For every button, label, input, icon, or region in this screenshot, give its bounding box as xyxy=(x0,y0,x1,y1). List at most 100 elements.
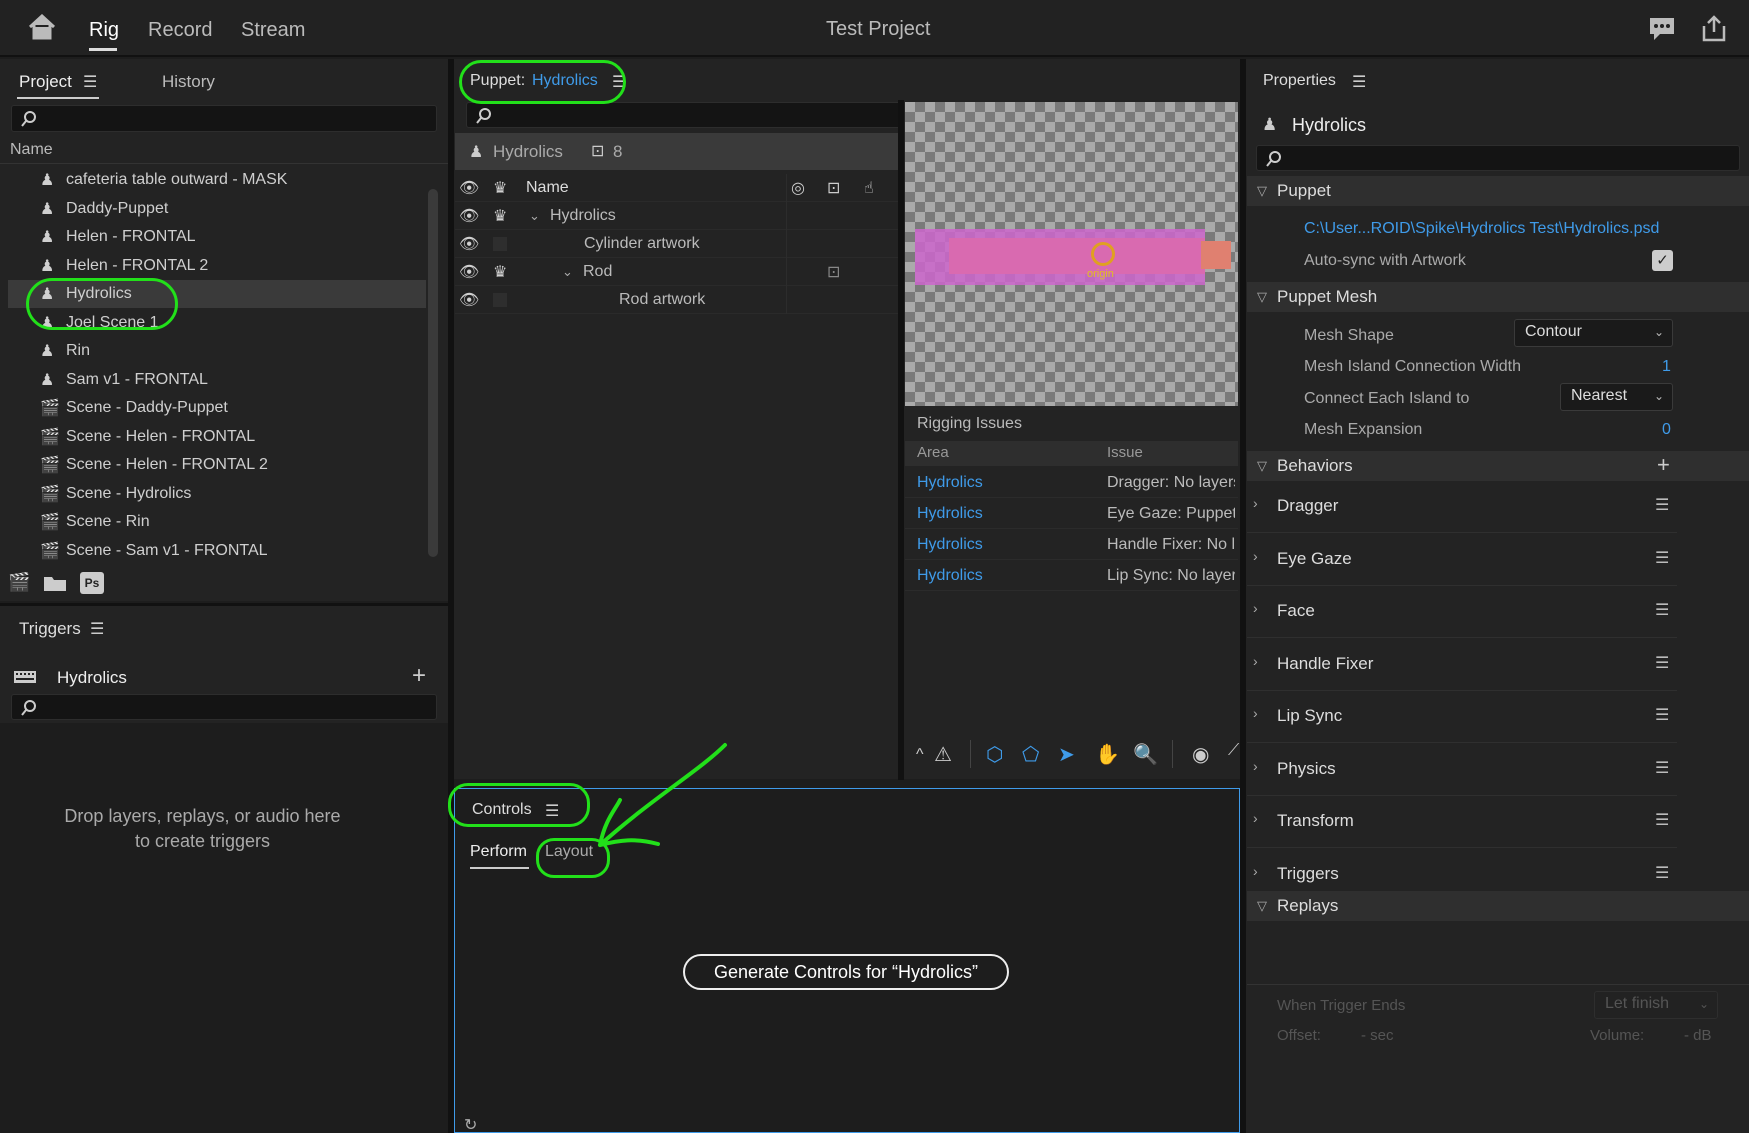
volume-value[interactable]: - dB xyxy=(1684,1027,1712,1044)
project-menu-icon[interactable]: ☰ xyxy=(83,72,97,92)
chevron-right-icon[interactable]: › xyxy=(1253,863,1258,879)
visibility-icon[interactable]: 👁 xyxy=(459,290,479,310)
behavior-menu-icon[interactable]: ☰ xyxy=(1655,863,1669,883)
behavior-row[interactable]: › Dragger ☰ xyxy=(1247,481,1677,533)
tab-rig[interactable]: Rig xyxy=(89,19,119,42)
issue-row[interactable]: Hydrolics Handle Fixer: No l xyxy=(905,529,1238,560)
crown-toggle[interactable] xyxy=(493,237,507,251)
project-item[interactable]: 🎬 Scene - Hydrolics xyxy=(8,480,426,508)
chevron-down-icon[interactable]: ▽ xyxy=(1247,898,1277,914)
comment-icon[interactable] xyxy=(1648,16,1676,42)
properties-menu-icon[interactable]: ☰ xyxy=(1352,72,1366,92)
tab-history[interactable]: History xyxy=(162,72,215,92)
triggers-drop-area[interactable]: Drop layers, replays, or audio here to c… xyxy=(0,725,448,1133)
behavior-row[interactable]: › Handle Fixer ☰ xyxy=(1247,639,1677,691)
pin-tool-icon[interactable]: ⟋ xyxy=(1228,742,1239,760)
chevron-right-icon[interactable]: › xyxy=(1253,548,1258,564)
project-item[interactable]: 🎬 Scene - Helen - FRONTAL 2 xyxy=(8,451,426,479)
add-behavior-icon[interactable]: + xyxy=(1657,452,1670,478)
chevron-down-icon[interactable]: ▽ xyxy=(1247,183,1277,199)
layer-row[interactable]: 👁 Cylinder artwork xyxy=(455,230,898,258)
refresh-icon[interactable]: ↻ xyxy=(464,1115,477,1133)
photoshop-import-button[interactable]: Ps xyxy=(80,572,104,594)
issue-row[interactable]: Hydrolics Lip Sync: No layer xyxy=(905,560,1238,591)
project-scrollbar[interactable] xyxy=(428,189,438,557)
project-search-input[interactable] xyxy=(11,105,437,132)
chevron-up-icon[interactable]: ^ xyxy=(916,746,924,764)
issue-area[interactable]: Hydrolics xyxy=(917,567,983,585)
behavior-menu-icon[interactable]: ☰ xyxy=(1655,548,1669,568)
autosync-checkbox[interactable]: ✓ xyxy=(1652,250,1673,271)
behavior-row[interactable]: › Face ☰ xyxy=(1247,586,1677,638)
offset-value[interactable]: - sec xyxy=(1361,1027,1394,1044)
chevron-right-icon[interactable]: › xyxy=(1253,600,1258,616)
crown-icon[interactable]: ♛ xyxy=(493,206,507,226)
visibility-icon[interactable]: 👁 xyxy=(459,262,479,282)
project-item[interactable]: ♟ Helen - FRONTAL 2 xyxy=(8,252,426,280)
behavior-menu-icon[interactable]: ☰ xyxy=(1655,653,1669,673)
project-item[interactable]: ♟ Sam v1 - FRONTAL xyxy=(8,366,426,394)
chevron-right-icon[interactable]: › xyxy=(1253,758,1258,774)
project-item[interactable]: 🎬 Scene - Sam v1 - FRONTAL xyxy=(8,537,426,565)
chevron-down-icon[interactable]: ▽ xyxy=(1247,289,1277,305)
rod-end[interactable] xyxy=(1201,241,1231,269)
rod-artwork[interactable] xyxy=(949,238,1205,274)
connect-island-select[interactable]: Nearest ⌄ xyxy=(1560,383,1673,411)
layer-row[interactable]: 👁 ♛ ⌄ Rod ⊡ xyxy=(455,258,898,286)
project-item[interactable]: 🎬 Scene - Rin xyxy=(8,508,426,536)
chevron-right-icon[interactable]: › xyxy=(1253,705,1258,721)
issue-row[interactable]: Hydrolics Dragger: No layers xyxy=(905,467,1238,498)
project-item[interactable]: 🎬 Scene - Helen - FRONTAL xyxy=(8,423,426,451)
origin-handle[interactable] xyxy=(1091,242,1115,266)
project-item[interactable]: ♟ Rin xyxy=(8,337,426,365)
issue-area[interactable]: Hydrolics xyxy=(917,474,983,492)
when-trigger-ends-select[interactable]: Let finish ⌄ xyxy=(1594,991,1718,1019)
folder-icon[interactable] xyxy=(43,574,67,592)
generate-controls-button[interactable]: Generate Controls for “Hydrolics” xyxy=(683,954,1009,990)
crown-toggle[interactable] xyxy=(493,293,507,307)
project-item[interactable]: 🎬 Scene - Daddy-Puppet xyxy=(8,394,426,422)
share-icon[interactable] xyxy=(1700,14,1728,44)
section-behaviors[interactable]: ▽ Behaviors + xyxy=(1247,451,1749,481)
behavior-menu-icon[interactable]: ☰ xyxy=(1655,705,1669,725)
chevron-right-icon[interactable]: › xyxy=(1253,810,1258,826)
zoom-tool-icon[interactable]: 🔍 xyxy=(1133,742,1158,767)
tab-stream[interactable]: Stream xyxy=(241,19,305,42)
layer-row[interactable]: 👁 Rod artwork xyxy=(455,286,898,314)
behavior-row[interactable]: › Lip Sync ☰ xyxy=(1247,691,1677,743)
issue-row[interactable]: Hydrolics Eye Gaze: Puppet xyxy=(905,498,1238,529)
behavior-menu-icon[interactable]: ☰ xyxy=(1655,810,1669,830)
behavior-menu-icon[interactable]: ☰ xyxy=(1655,495,1669,515)
mesh-tool-icon[interactable]: ⬡ xyxy=(986,742,1003,767)
project-item[interactable]: ♟ Daddy-Puppet xyxy=(8,195,426,223)
chevron-right-icon[interactable]: › xyxy=(1253,495,1258,511)
new-scene-icon[interactable]: 🎬 xyxy=(8,572,30,593)
puppet-search-input[interactable] xyxy=(466,102,904,128)
tab-project[interactable]: Project xyxy=(19,72,72,92)
puppet-canvas[interactable]: origin xyxy=(905,102,1238,406)
section-puppet-mesh[interactable]: ▽ Puppet Mesh xyxy=(1247,282,1749,312)
section-replays[interactable]: ▽ Replays xyxy=(1247,891,1749,921)
chevron-down-icon[interactable]: ▽ xyxy=(1247,458,1277,474)
issue-area[interactable]: Hydrolics xyxy=(917,536,983,554)
visibility-icon[interactable]: 👁 xyxy=(459,206,479,226)
behavior-row[interactable]: › Transform ☰ xyxy=(1247,796,1677,848)
chevron-down-icon[interactable]: ⌄ xyxy=(562,264,573,280)
chevron-right-icon[interactable]: › xyxy=(1253,653,1258,669)
chevron-down-icon[interactable]: ⌄ xyxy=(529,208,540,224)
crown-icon[interactable]: ♛ xyxy=(493,262,507,282)
island-width-value[interactable]: 1 xyxy=(1662,358,1671,376)
layer-row[interactable]: 👁 ♛ ⌄ Hydrolics xyxy=(455,202,898,230)
project-item[interactable]: ♟ cafeteria table outward - MASK xyxy=(8,166,426,194)
triggers-menu-icon[interactable]: ☰ xyxy=(90,619,104,639)
section-puppet[interactable]: ▽ Puppet xyxy=(1247,176,1749,206)
warning-icon[interactable]: ⚠ xyxy=(934,742,952,767)
behavior-row[interactable]: › Physics ☰ xyxy=(1247,744,1677,796)
behavior-menu-icon[interactable]: ☰ xyxy=(1655,600,1669,620)
origin-tool-icon[interactable]: ◉ xyxy=(1192,742,1209,767)
mesh-expansion-value[interactable]: 0 xyxy=(1662,421,1671,439)
mesh-shape-select[interactable]: Contour ⌄ xyxy=(1514,319,1673,347)
add-trigger-icon[interactable]: + xyxy=(412,662,426,690)
contour-tool-icon[interactable]: ⬠ xyxy=(1022,742,1039,767)
hand-tool-icon[interactable]: ✋ xyxy=(1095,742,1120,767)
